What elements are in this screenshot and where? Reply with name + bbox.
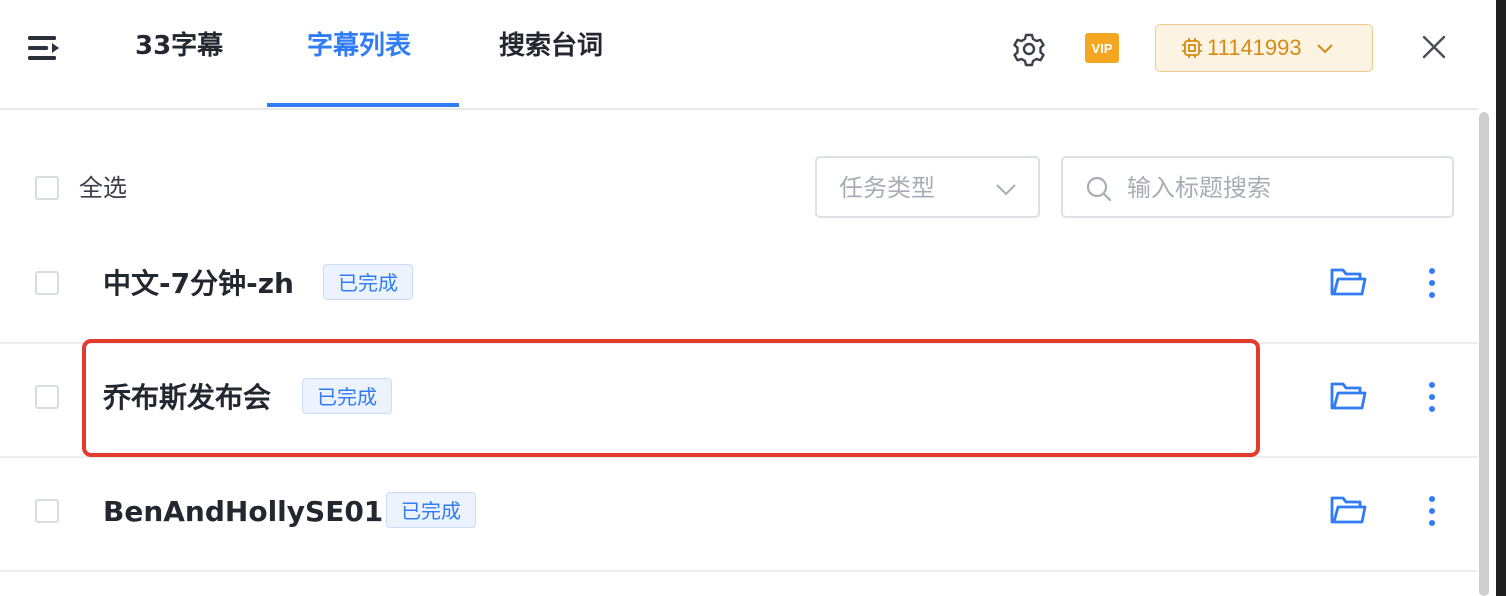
row-checkbox[interactable]	[35, 271, 59, 295]
chevron-down-icon	[996, 184, 1016, 196]
gear-icon[interactable]	[1011, 31, 1047, 67]
row-checkbox[interactable]	[35, 385, 59, 409]
status-badge: 已完成	[323, 264, 413, 300]
search-box	[1061, 156, 1454, 218]
list-item[interactable]: 中文-7分钟-zh 已完成	[0, 228, 1478, 344]
more-vertical-icon[interactable]	[1421, 380, 1443, 414]
scrollbar-thumb[interactable]	[1479, 112, 1489, 596]
more-vertical-icon[interactable]	[1421, 494, 1443, 528]
header-bar: 33字幕 字幕列表 搜索台词 VIP 11141993	[0, 0, 1478, 110]
more-vertical-icon[interactable]	[1421, 266, 1443, 300]
vip-badge[interactable]: VIP	[1085, 33, 1119, 63]
folder-open-icon[interactable]	[1329, 381, 1367, 413]
close-icon[interactable]	[1420, 33, 1448, 61]
row-title: 乔布斯发布会	[103, 381, 272, 414]
search-input[interactable]	[1127, 170, 1437, 206]
tab-search-lines[interactable]: 搜索台词	[499, 28, 603, 64]
task-type-placeholder: 任务类型	[839, 174, 935, 202]
row-checkbox[interactable]	[35, 499, 59, 523]
status-badge: 已完成	[302, 378, 392, 414]
credits-value: 11141993	[1207, 35, 1302, 60]
list-item[interactable]: BenAndHollySE01 已完成	[0, 456, 1478, 572]
row-title: BenAndHollySE01	[103, 495, 384, 528]
folder-open-icon[interactable]	[1329, 267, 1367, 299]
subtitle-window: 33字幕 字幕列表 搜索台词 VIP 11141993 全选 任务类型 输入标题…	[0, 0, 1478, 596]
row-title: 中文-7分钟-zh	[103, 267, 294, 300]
task-type-select[interactable]: 任务类型	[815, 156, 1040, 218]
credits-dropdown[interactable]: 11141993	[1155, 24, 1373, 72]
tab-33-subtitles[interactable]: 33字幕	[135, 28, 223, 64]
cpu-chip-icon	[1182, 38, 1202, 58]
select-all-label: 全选	[79, 174, 127, 202]
folder-open-icon[interactable]	[1329, 495, 1367, 527]
menu-icon[interactable]	[28, 34, 62, 62]
select-all-checkbox[interactable]	[35, 176, 59, 200]
search-icon	[1086, 176, 1112, 202]
list-item[interactable]: 乔布斯发布会 已完成	[0, 342, 1478, 458]
active-tab-indicator	[267, 103, 459, 107]
status-badge: 已完成	[386, 492, 476, 528]
chevron-down-icon	[1316, 44, 1333, 54]
tab-subtitle-list[interactable]: 字幕列表	[307, 28, 411, 64]
